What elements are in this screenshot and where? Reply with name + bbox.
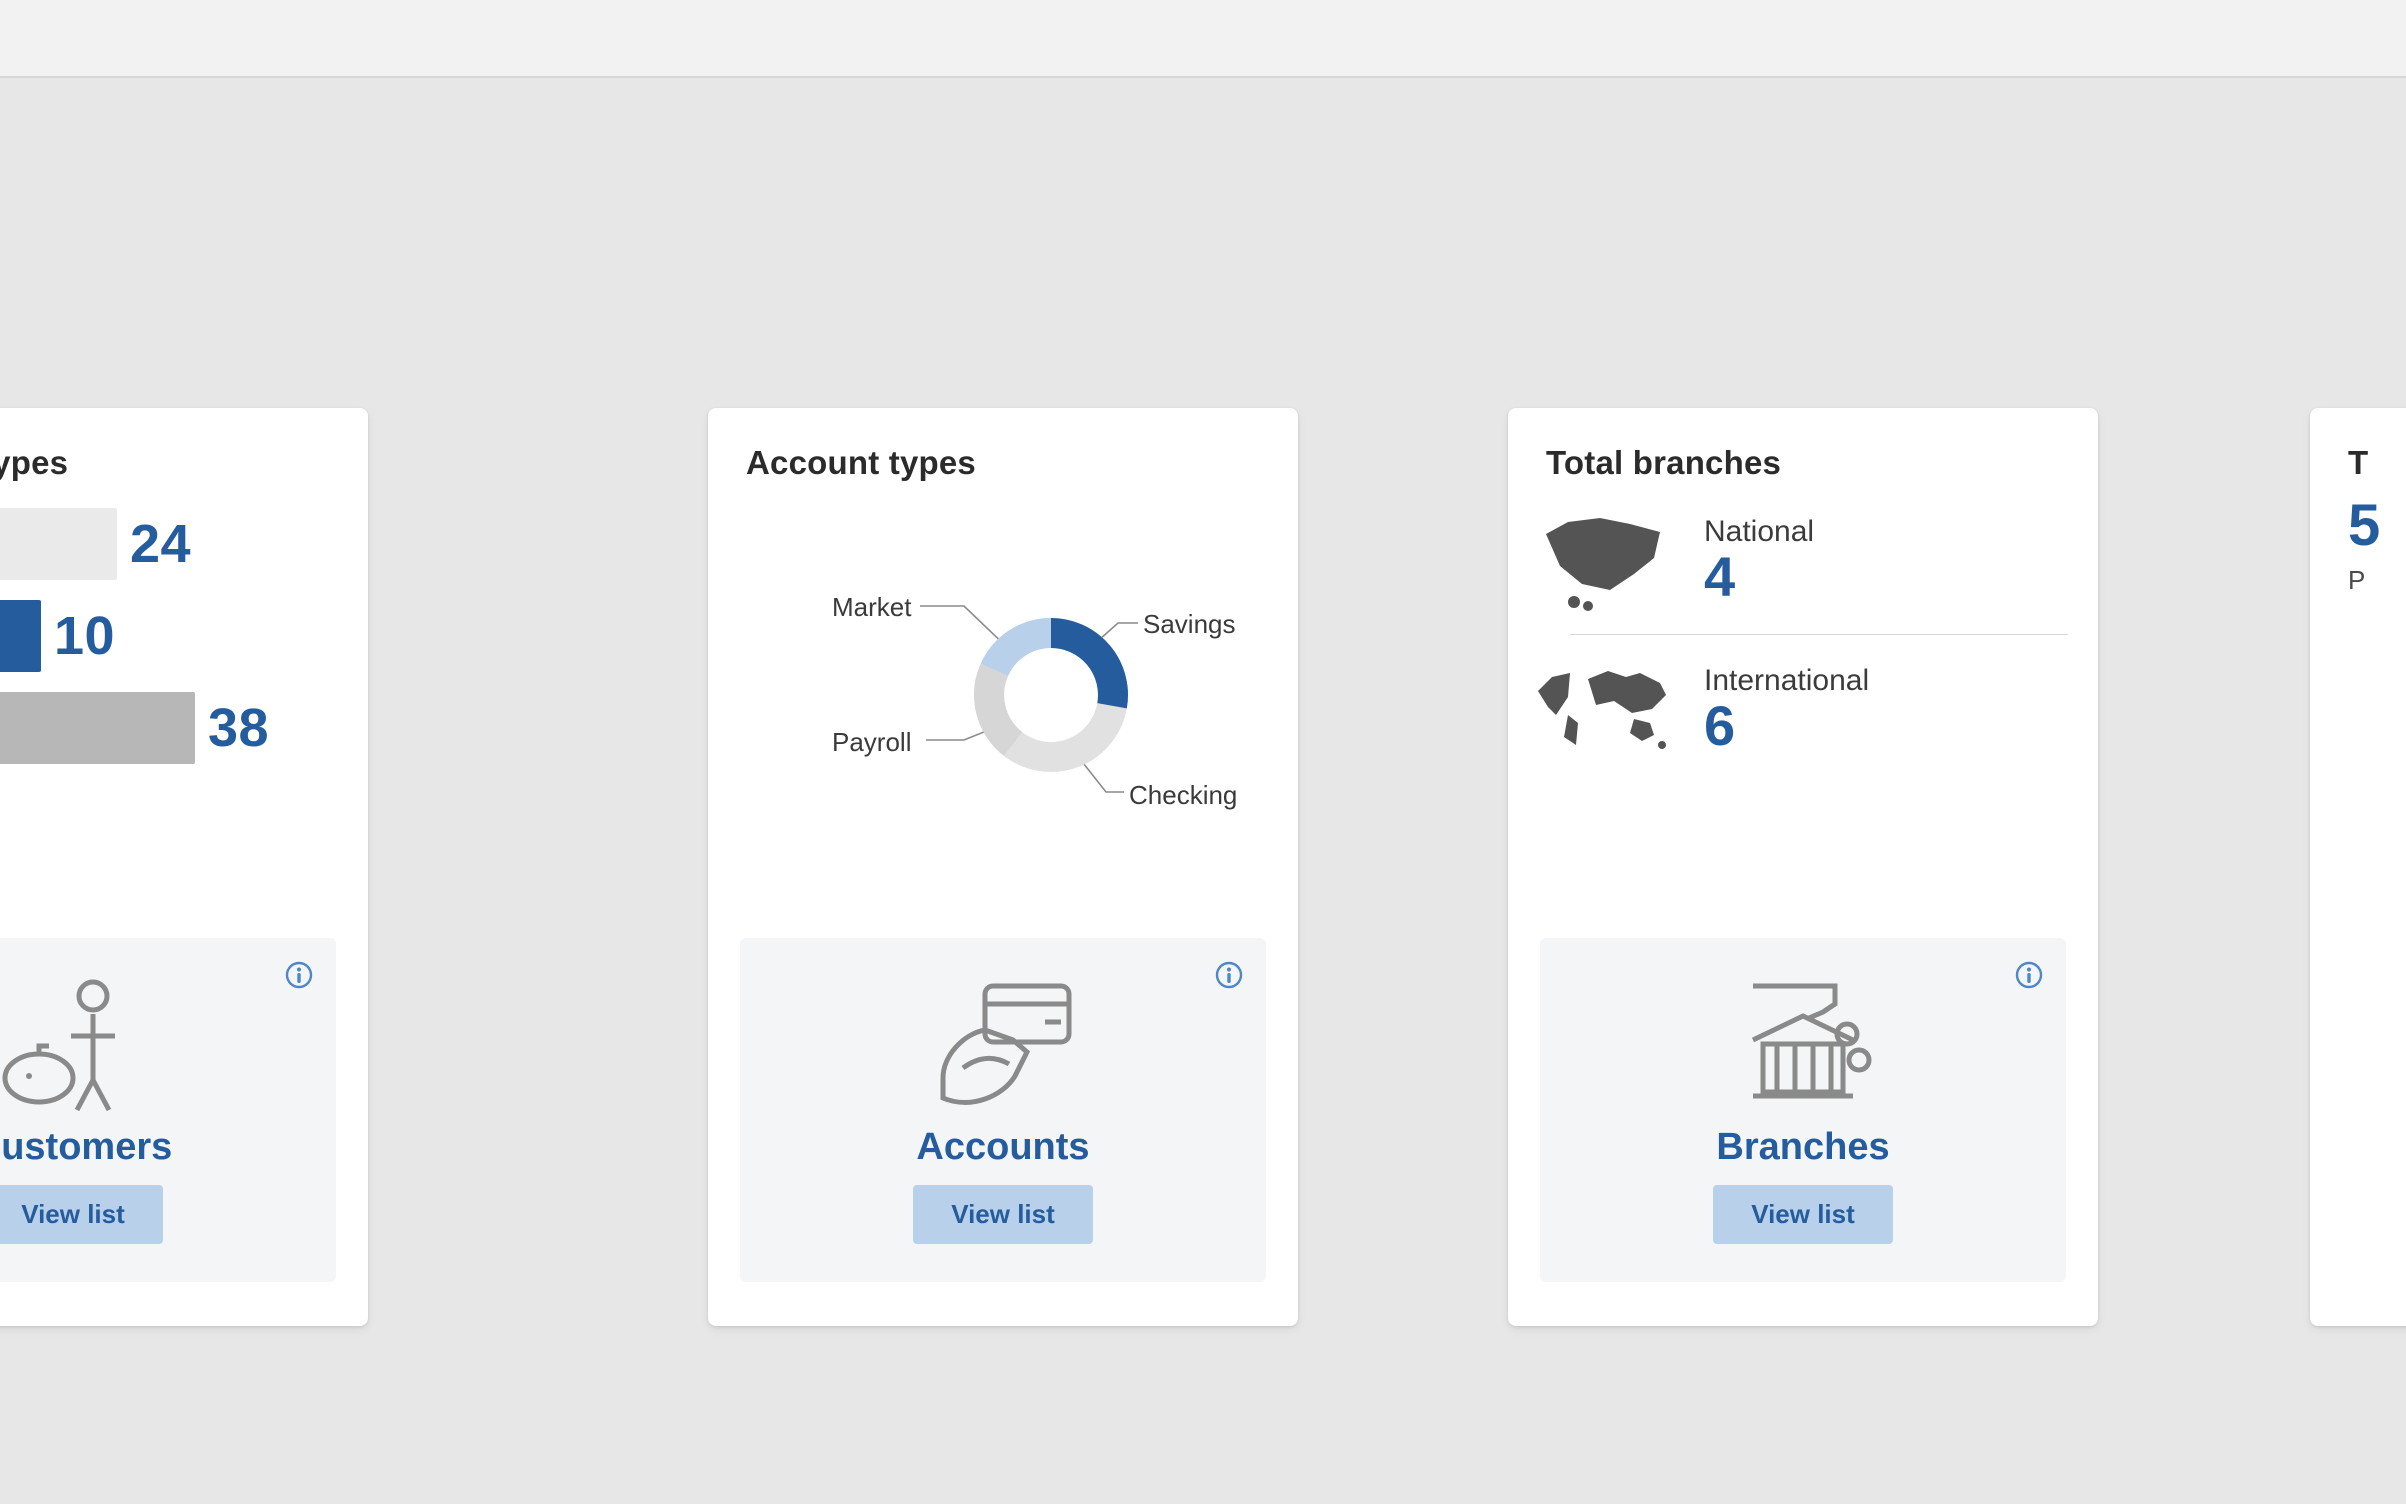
dashboard-stage: Customer types 24 10 38 bbox=[0, 78, 2406, 1504]
bar-value: 24 bbox=[130, 513, 191, 575]
map-national-icon bbox=[1534, 504, 1674, 616]
clipped-sub-label: P bbox=[2310, 559, 2406, 602]
bar-value: 38 bbox=[208, 697, 269, 759]
bar bbox=[0, 600, 41, 672]
top-bar bbox=[0, 0, 2406, 78]
international-value: 6 bbox=[1704, 698, 1869, 754]
info-icon[interactable] bbox=[284, 960, 314, 990]
national-value: 4 bbox=[1704, 549, 1814, 605]
donut-label-savings: Savings bbox=[1143, 609, 1236, 640]
branches-icon bbox=[1723, 960, 1883, 1120]
clipped-big-value: 5 bbox=[2310, 492, 2406, 559]
card-footer-accounts: Accounts View list bbox=[740, 938, 1266, 1282]
card-footer-branches: Branches View list bbox=[1540, 938, 2066, 1282]
view-list-button-branches[interactable]: View list bbox=[1713, 1185, 1893, 1244]
card-title-clipped: T bbox=[2310, 408, 2406, 492]
view-list-button-customers[interactable]: View list bbox=[0, 1185, 163, 1244]
bar bbox=[0, 508, 117, 580]
donut-label-payroll: Payroll bbox=[832, 727, 911, 758]
bar-row: 38 bbox=[0, 692, 368, 770]
card-footer-customers: Customers View list bbox=[0, 938, 336, 1282]
international-label: International bbox=[1704, 664, 1869, 698]
footer-title: Branches bbox=[1716, 1126, 1889, 1169]
account-types-donut-chart: Market Savings Payroll Checking bbox=[708, 492, 1298, 922]
info-icon[interactable] bbox=[2014, 960, 2044, 990]
divider bbox=[1570, 634, 2068, 635]
bar-value: 10 bbox=[54, 605, 115, 667]
donut-label-checking: Checking bbox=[1129, 780, 1237, 811]
bar-row: 10 bbox=[0, 600, 368, 678]
accounts-icon bbox=[923, 960, 1083, 1120]
branch-row-international: International 6 bbox=[1508, 641, 2098, 777]
view-list-button-accounts[interactable]: View list bbox=[913, 1185, 1093, 1244]
info-icon[interactable] bbox=[1214, 960, 1244, 990]
card-title-branches: Total branches bbox=[1508, 408, 2098, 492]
branch-row-national: National 4 bbox=[1508, 492, 2098, 628]
footer-title: Customers bbox=[0, 1126, 172, 1169]
card-title-customers: Customer types bbox=[0, 408, 368, 492]
national-label: National bbox=[1704, 515, 1814, 549]
card-clipped-right: T 5 P bbox=[2310, 408, 2406, 1326]
card-accounts: Account types bbox=[708, 408, 1298, 1326]
card-title-accounts: Account types bbox=[708, 408, 1298, 492]
donut bbox=[966, 610, 1136, 780]
donut-label-market: Market bbox=[832, 592, 911, 623]
bar bbox=[0, 692, 195, 764]
card-customers: Customer types 24 10 38 bbox=[0, 408, 368, 1326]
bar-row: 24 bbox=[0, 508, 368, 586]
map-international-icon bbox=[1534, 653, 1674, 765]
footer-title: Accounts bbox=[916, 1126, 1089, 1169]
customers-icon bbox=[0, 960, 153, 1120]
customer-types-bar-chart: 24 10 38 bbox=[0, 492, 368, 770]
card-branches: Total branches National 4 bbox=[1508, 408, 2098, 1326]
